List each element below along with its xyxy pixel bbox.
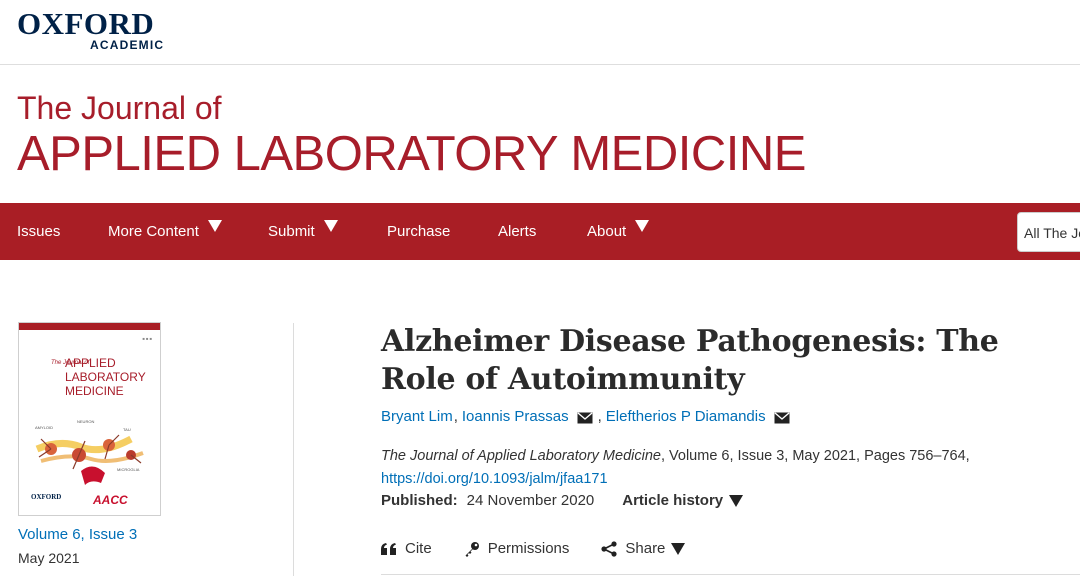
article-tools: Cite Permissions Share xyxy=(381,540,717,557)
article-history-label: Article history xyxy=(622,492,724,509)
caret-down-icon xyxy=(207,219,222,232)
journal-cover-image[interactable]: ■ ■ ■ The Journal of APPLIED LABORATORY … xyxy=(18,322,161,516)
nav-submit[interactable]: Submit xyxy=(268,203,338,260)
nav-alerts[interactable]: Alerts xyxy=(498,203,536,260)
svg-text:TAU: TAU xyxy=(123,427,131,432)
citation-details: , Volume 6, Issue 3, May 2021, Pages 756… xyxy=(660,448,970,464)
cover-top-band xyxy=(19,323,160,330)
published-date: 24 November 2020 xyxy=(466,492,595,509)
column-divider xyxy=(293,323,294,576)
quote-icon xyxy=(381,542,396,555)
issue-date: May 2021 xyxy=(18,550,80,566)
share-icon xyxy=(601,540,617,557)
article-title: Alzheimer Disease Pathogenesis: The Role… xyxy=(381,324,999,397)
nav-purchase[interactable]: Purchase xyxy=(387,203,450,260)
nav-label: Purchase xyxy=(387,223,451,240)
cover-title-line: LABORATORY xyxy=(65,370,146,384)
tools-divider xyxy=(381,574,1080,575)
author-list: Bryant Lim , Ioannis Prassas , Eleftheri… xyxy=(381,408,794,425)
oxford-academic-logo[interactable]: OXFORD ACADEMIC xyxy=(17,6,167,52)
cover-title: APPLIED LABORATORY MEDICINE xyxy=(65,356,146,398)
cover-issue-meta: ■ ■ ■ xyxy=(142,336,152,341)
article-history-toggle[interactable]: Article history xyxy=(622,492,744,509)
nav-label: About xyxy=(587,223,627,240)
issue-link[interactable]: Volume 6, Issue 3 xyxy=(18,526,137,543)
permissions-button[interactable]: Permissions xyxy=(464,540,570,557)
permissions-label: Permissions xyxy=(487,540,570,557)
logo-wordmark: OXFORD xyxy=(17,6,155,41)
nav-issues[interactable]: Issues xyxy=(17,203,60,260)
svg-text:AMYLOID: AMYLOID xyxy=(35,425,53,430)
envelope-icon[interactable] xyxy=(774,411,790,423)
published-label: Published: xyxy=(381,492,458,509)
key-icon xyxy=(465,541,479,557)
cover-publisher: OXFORD xyxy=(31,493,62,501)
journal-title-line2: APPLIED LABORATORY MEDICINE xyxy=(17,127,806,181)
nav-label: Submit xyxy=(268,223,315,240)
publication-info: Published: 24 November 2020 Article hist… xyxy=(381,492,744,509)
citation-block: The Journal of Applied Laboratory Medici… xyxy=(381,445,1080,491)
author-link[interactable]: Eleftherios P Diamandis xyxy=(606,408,766,425)
journal-masthead[interactable]: The Journal of APPLIED LABORATORY MEDICI… xyxy=(17,88,806,180)
svg-text:NEURON: NEURON xyxy=(77,419,94,424)
journal-title-line1: The Journal of xyxy=(17,90,222,126)
nav-more-content[interactable]: More Content xyxy=(108,203,222,260)
cover-illustration: AMYLOID NEURON TAU MICROGLIA xyxy=(35,419,144,485)
publisher-header: OXFORD ACADEMIC xyxy=(0,0,1080,65)
logo-subtitle: ACADEMIC xyxy=(90,38,165,52)
nav-about[interactable]: About xyxy=(587,203,650,260)
cover-title-line: APPLIED xyxy=(65,356,116,370)
caret-down-icon xyxy=(323,219,338,232)
nav-label: More Content xyxy=(108,223,199,240)
doi-link[interactable]: https://doi.org/10.1093/jalm/jfaa171 xyxy=(381,471,608,487)
citation-journal-name: The Journal of Applied Laboratory Medici… xyxy=(381,448,661,464)
envelope-icon[interactable] xyxy=(577,411,593,423)
svg-text:MICROGLIA: MICROGLIA xyxy=(117,467,140,472)
nav-label: Alerts xyxy=(498,223,537,240)
cover-title-line: MEDICINE xyxy=(65,384,124,398)
author-link[interactable]: Bryant Lim xyxy=(381,408,453,425)
journal-nav: Issues More Content Submit Purchase Aler… xyxy=(0,203,1080,260)
search-scope-select[interactable]: All The Jo xyxy=(1017,212,1080,252)
share-label: Share xyxy=(625,540,666,557)
caret-down-icon xyxy=(671,542,686,555)
cite-button[interactable]: Cite xyxy=(381,540,432,557)
caret-down-icon xyxy=(635,219,650,232)
cite-label: Cite xyxy=(405,540,432,557)
cover-society-logo: AACC xyxy=(93,493,128,507)
author-separator: , xyxy=(453,408,458,425)
caret-down-icon xyxy=(729,494,744,507)
author-link[interactable]: Ioannis Prassas xyxy=(462,408,569,425)
nav-label: Issues xyxy=(17,223,61,240)
author-separator: , xyxy=(597,408,602,425)
share-button[interactable]: Share xyxy=(601,540,686,557)
